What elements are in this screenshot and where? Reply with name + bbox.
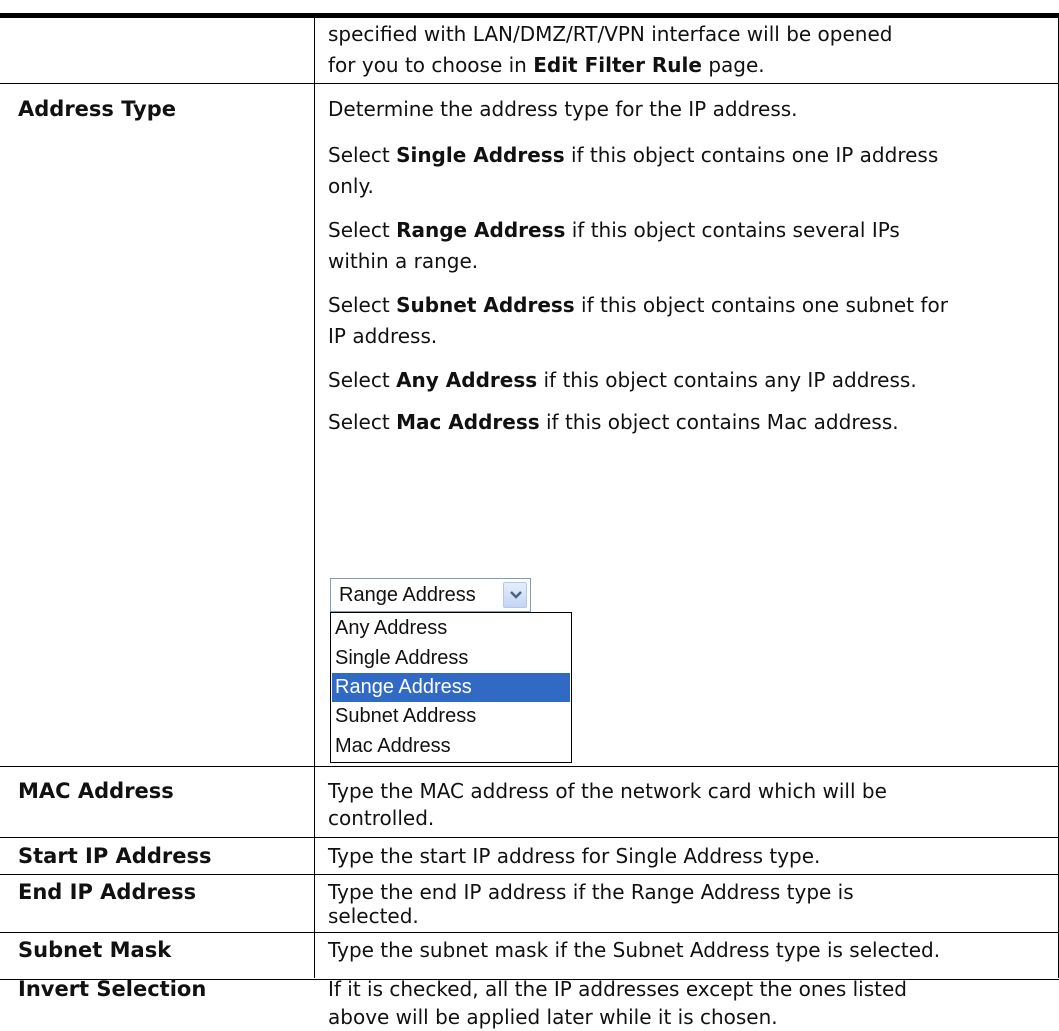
range-address-desc-cont: within a range. [328, 249, 479, 273]
continuation-line-2: for you to choose in Edit Filter Rule pa… [328, 53, 765, 77]
mac-address-label: MAC Address [18, 779, 174, 803]
mac-address-text: Type the MAC address of the network card… [328, 779, 887, 803]
end-ip-text-cont: selected. [328, 904, 419, 928]
start-ip-label: Start IP Address [18, 844, 212, 868]
subnet-address-desc: Select Subnet Address if this object con… [328, 293, 948, 317]
document-page: specified with LAN/DMZ/RT/VPN interface … [0, 0, 1059, 1029]
row-divider [0, 874, 1059, 875]
dropdown-arrow-button[interactable] [503, 582, 527, 608]
row-divider [0, 83, 1059, 84]
range-address-desc: Select Range Address if this object cont… [328, 218, 900, 242]
continuation-line-1: specified with LAN/DMZ/RT/VPN interface … [328, 22, 893, 46]
address-type-intro: Determine the address type for the IP ad… [328, 97, 798, 121]
row-divider [0, 932, 1059, 933]
mac-address-text-cont: controlled. [328, 806, 435, 830]
subnet-mask-label: Subnet Mask [18, 938, 172, 962]
column-divider [314, 18, 315, 978]
subnet-address-desc-cont: IP address. [328, 324, 438, 348]
row-divider [0, 766, 1059, 767]
address-type-select[interactable]: Range Address [330, 578, 531, 612]
invert-selection-text-cont: above will be applied later while it is … [328, 1005, 778, 1029]
option-range-address[interactable]: Range Address [332, 673, 570, 702]
option-single-address[interactable]: Single Address [332, 644, 570, 673]
end-ip-label: End IP Address [18, 880, 197, 904]
row-divider [0, 837, 1059, 838]
invert-selection-text: If it is checked, all the IP addresses e… [328, 977, 908, 1001]
start-ip-text: Type the start IP address for Single Add… [328, 844, 821, 868]
table-top-rule [0, 13, 1059, 18]
single-address-desc-cont: only. [328, 174, 374, 198]
address-type-options-list: Any Address Single Address Range Address… [330, 612, 572, 763]
subnet-mask-text: Type the subnet mask if the Subnet Addre… [328, 938, 941, 962]
mac-address-desc: Select Mac Address if this object contai… [328, 410, 899, 434]
address-type-label: Address Type [18, 97, 177, 121]
option-mac-address[interactable]: Mac Address [332, 732, 570, 761]
chevron-down-icon [510, 591, 522, 599]
select-current-value: Range Address [339, 584, 476, 606]
option-any-address[interactable]: Any Address [332, 614, 570, 643]
single-address-desc: Select Single Address if this object con… [328, 143, 939, 167]
invert-selection-label: Invert Selection [18, 977, 207, 1001]
any-address-desc: Select Any Address if this object contai… [328, 368, 917, 392]
option-subnet-address[interactable]: Subnet Address [332, 702, 570, 731]
edit-filter-rule-term: Edit Filter Rule [533, 53, 702, 77]
